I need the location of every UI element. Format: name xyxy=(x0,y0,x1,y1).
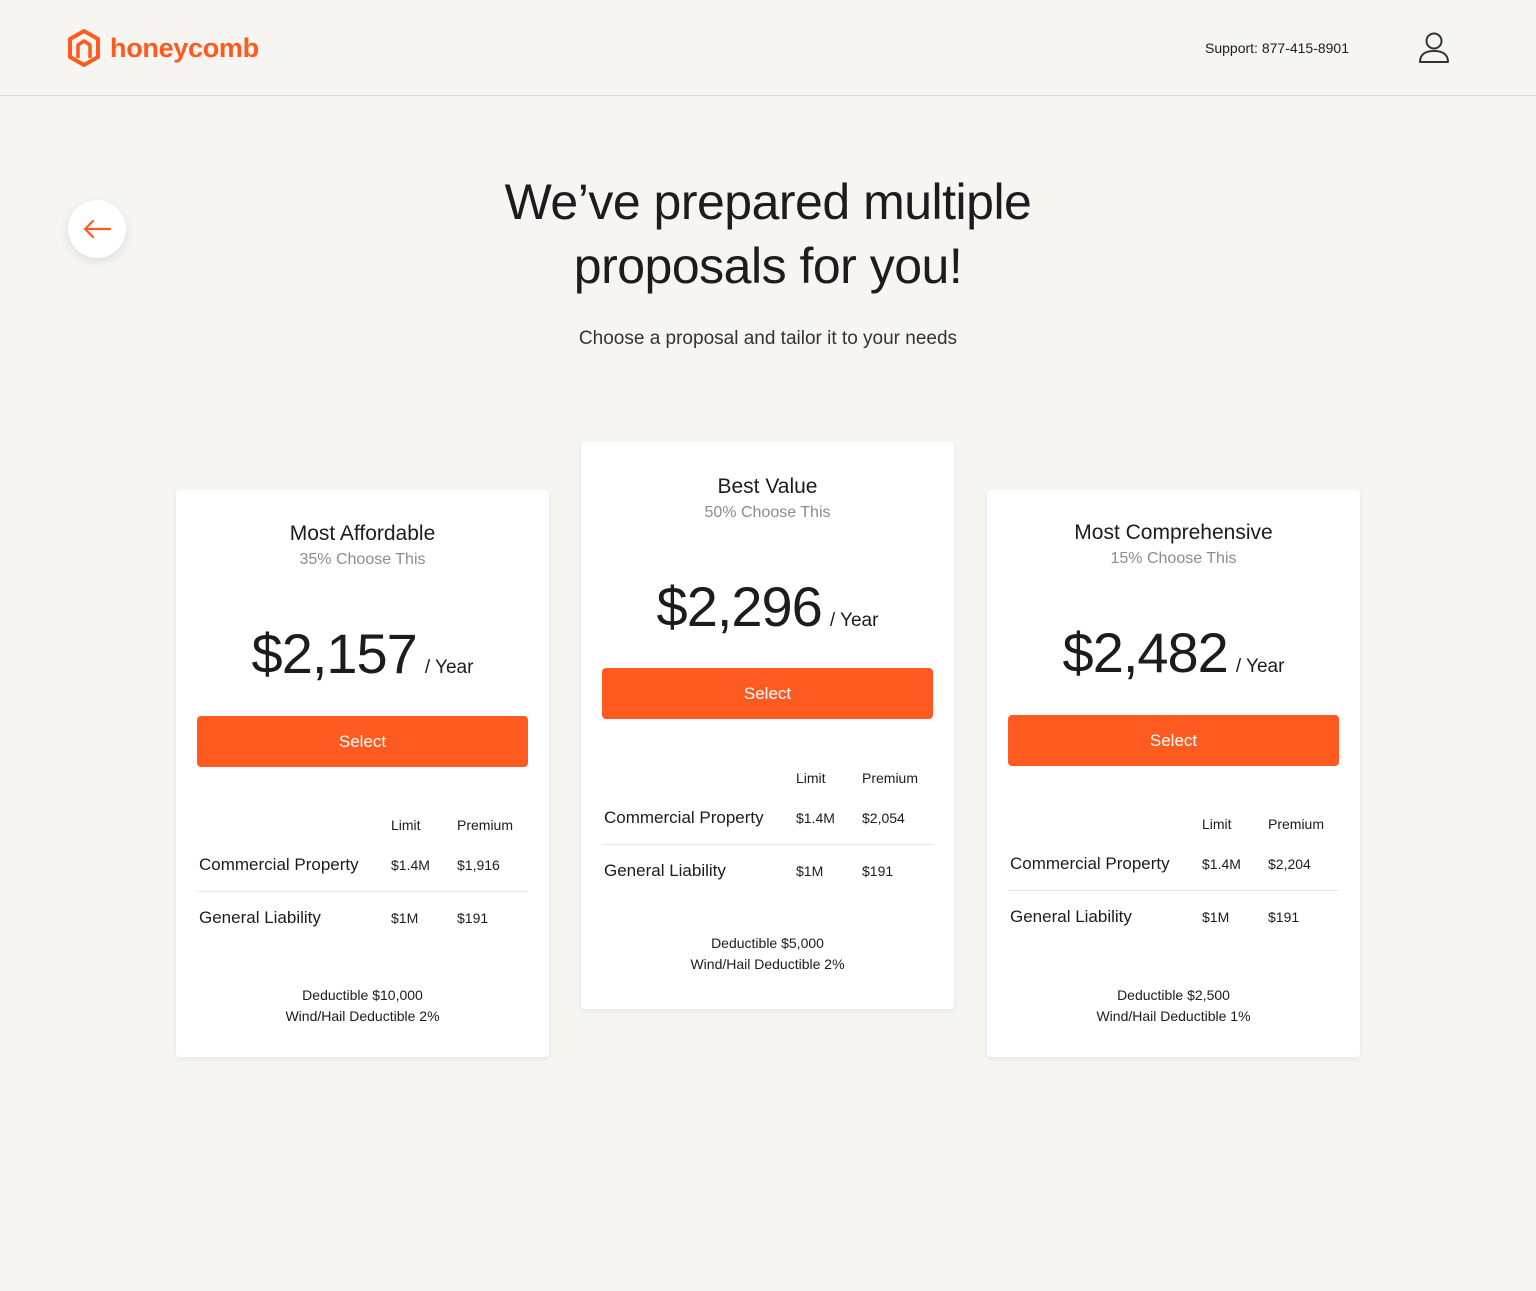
brand-name: honeycomb xyxy=(110,33,259,63)
arrow-left-icon xyxy=(83,219,112,239)
premium-header: Premium xyxy=(1268,816,1325,832)
coverage-name: General Liability xyxy=(1010,907,1132,926)
page-title-line1: We’ve prepared multiple xyxy=(504,174,1032,230)
proposal-card-most-affordable: Most Affordable 35% Choose This $2,157 /… xyxy=(176,490,549,1057)
coverage-limit: $1.4M xyxy=(391,857,430,873)
coverage-premium: $191 xyxy=(1268,909,1300,925)
proposal-price: $2,296 xyxy=(656,575,823,638)
coverage-table: Limit Premium Commercial Property $1.4M … xyxy=(197,817,528,945)
coverage-row: Commercial Property $1.4M $2,054 xyxy=(602,792,933,845)
coverage-row: General Liability $1M $191 xyxy=(197,892,528,945)
premium-header: Premium xyxy=(457,817,514,833)
proposal-name: Best Value xyxy=(717,475,818,498)
page-title: We’ve prepared multiple proposals for yo… xyxy=(368,170,1168,298)
coverage-limit: $1M xyxy=(1202,909,1230,925)
proposal-price: $2,482 xyxy=(1062,621,1229,684)
limit-header: Limit xyxy=(796,770,826,786)
brand-logo[interactable]: honeycomb xyxy=(66,28,259,68)
honeycomb-logo-icon xyxy=(68,29,100,67)
coverage-row: General Liability $1M $191 xyxy=(1008,891,1339,944)
select-button[interactable]: Select xyxy=(197,716,528,767)
coverage-limit: $1M xyxy=(796,863,824,879)
select-button[interactable]: Select xyxy=(1008,715,1339,766)
wind-hail-deductible-text: Wind/Hail Deductible 1% xyxy=(1096,1008,1251,1024)
coverage-row: Commercial Property $1.4M $2,204 xyxy=(1008,838,1339,891)
proposal-name: Most Comprehensive xyxy=(1074,521,1273,544)
coverage-name: Commercial Property xyxy=(604,808,764,827)
back-button[interactable] xyxy=(68,200,126,258)
wind-hail-deductible-text: Wind/Hail Deductible 2% xyxy=(285,1008,440,1024)
coverage-row: General Liability $1M $191 xyxy=(602,845,933,898)
price-period: / Year xyxy=(829,610,879,631)
price-period: / Year xyxy=(424,657,474,678)
coverage-limit: $1M xyxy=(391,910,419,926)
coverage-header: Limit Premium xyxy=(1008,816,1339,838)
coverage-header: Limit Premium xyxy=(197,817,528,839)
coverage-premium: $1,916 xyxy=(457,857,500,873)
coverage-premium: $2,204 xyxy=(1268,856,1311,872)
coverage-name: Commercial Property xyxy=(1010,854,1170,873)
proposal-card-best-value: Best Value 50% Choose This $2,296 / Year… xyxy=(581,442,954,1009)
page-subtitle: Choose a proposal and tailor it to your … xyxy=(578,328,958,349)
price-row: $2,157 / Year xyxy=(176,622,549,686)
coverage-header: Limit Premium xyxy=(602,770,933,792)
coverage-table: Limit Premium Commercial Property $1.4M … xyxy=(1008,816,1339,944)
proposal-price: $2,157 xyxy=(251,622,418,685)
proposal-popularity: 50% Choose This xyxy=(704,504,831,521)
coverage-limit: $1.4M xyxy=(1202,856,1241,872)
coverage-premium: $2,054 xyxy=(862,810,905,826)
limit-header: Limit xyxy=(1202,816,1232,832)
price-period: / Year xyxy=(1235,656,1285,677)
proposal-name: Most Affordable xyxy=(289,522,436,545)
deductible-text: Deductible $10,000 xyxy=(302,987,423,1003)
deductible-text: Deductible $2,500 xyxy=(1117,987,1230,1003)
select-button[interactable]: Select xyxy=(602,668,933,719)
price-row: $2,296 / Year xyxy=(581,575,954,639)
proposal-card-most-comprehensive: Most Comprehensive 15% Choose This $2,48… xyxy=(987,490,1360,1057)
coverage-premium: $191 xyxy=(862,863,894,879)
page-title-line2: proposals for you! xyxy=(573,238,963,294)
coverage-name: Commercial Property xyxy=(199,855,359,874)
coverage-limit: $1.4M xyxy=(796,810,835,826)
support-phone[interactable]: Support: 877-415-8901 xyxy=(1205,38,1349,58)
proposal-popularity: 35% Choose This xyxy=(299,551,426,568)
proposal-popularity: 15% Choose This xyxy=(1110,550,1237,567)
coverage-row: Commercial Property $1.4M $1,916 xyxy=(197,839,528,892)
price-row: $2,482 / Year xyxy=(987,621,1360,685)
top-header: honeycomb Support: 877-415-8901 xyxy=(0,0,1536,96)
coverage-premium: $191 xyxy=(457,910,489,926)
deductible-text: Deductible $5,000 xyxy=(711,935,824,951)
user-account-icon[interactable] xyxy=(1414,28,1454,68)
coverage-table: Limit Premium Commercial Property $1.4M … xyxy=(602,770,933,898)
premium-header: Premium xyxy=(862,770,919,786)
limit-header: Limit xyxy=(391,817,421,833)
coverage-name: General Liability xyxy=(604,861,726,880)
wind-hail-deductible-text: Wind/Hail Deductible 2% xyxy=(690,956,845,972)
coverage-name: General Liability xyxy=(199,908,321,927)
